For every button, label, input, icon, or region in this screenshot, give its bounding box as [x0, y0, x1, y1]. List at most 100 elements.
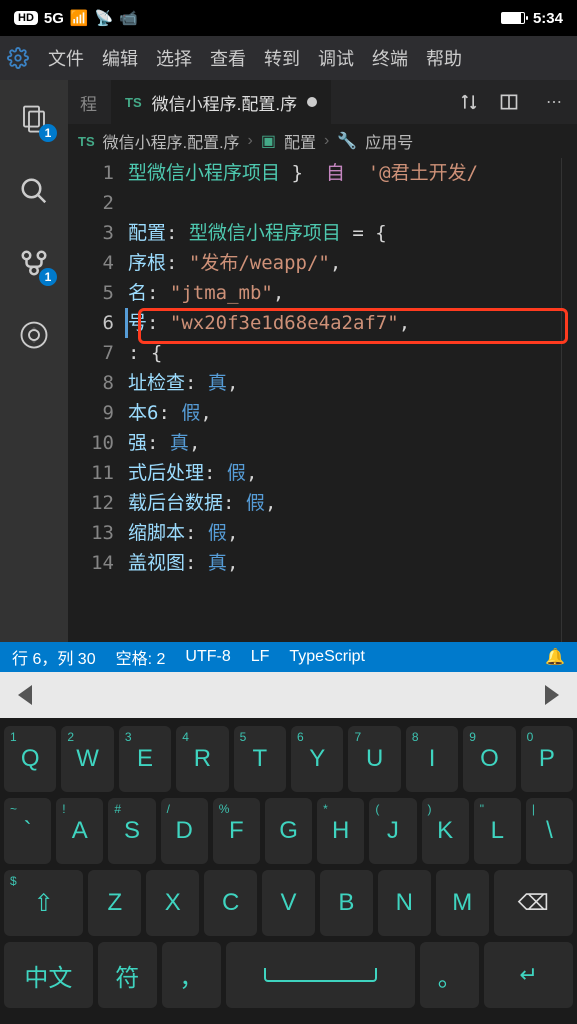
hd-badge: HD: [14, 11, 38, 25]
key-n[interactable]: N: [378, 870, 431, 936]
menu-debug[interactable]: 调试: [318, 45, 354, 71]
key-e[interactable]: 3E: [119, 726, 171, 792]
key-t[interactable]: 5T: [234, 726, 286, 792]
editor-status-bar: 行 6，列 30 空格: 2 UTF-8 LF TypeScript 🔔: [0, 642, 577, 672]
compare-changes-icon[interactable]: [459, 92, 489, 112]
menu-file[interactable]: 文件: [48, 45, 84, 71]
cursor-position[interactable]: 行 6，列 30: [12, 645, 96, 669]
bell-icon[interactable]: 🔔: [545, 647, 565, 667]
explorer-badge: 1: [39, 124, 57, 142]
key-m[interactable]: M: [436, 870, 489, 936]
key-backspace[interactable]: ⌫: [494, 870, 573, 936]
menu-go[interactable]: 转到: [264, 45, 300, 71]
prev-suggestion-icon[interactable]: [18, 685, 32, 705]
settings-gear-icon[interactable]: [6, 46, 30, 70]
key-\[interactable]: |\: [526, 798, 573, 864]
module-icon: ▣: [261, 131, 276, 151]
key-q[interactable]: 1Q: [4, 726, 56, 792]
source-control-icon[interactable]: 1: [17, 246, 51, 280]
video-icon: 📹: [119, 9, 138, 27]
key-u[interactable]: 7U: [348, 726, 400, 792]
signal-icon: 📶: [70, 9, 89, 27]
key-l[interactable]: "L: [474, 798, 521, 864]
key-p[interactable]: 0P: [521, 726, 573, 792]
debug-icon[interactable]: [17, 318, 51, 352]
key-comma[interactable]: ，: [162, 942, 221, 1008]
key-c[interactable]: C: [204, 870, 257, 936]
code-lines[interactable]: 型微信小程序项目 } 自 '@君土开发/ 配置: 型微信小程序项目 = {序根:…: [128, 158, 561, 642]
menu-bar: 文件 编辑 选择 查看 转到 调试 终端 帮助: [0, 36, 577, 80]
chevron-right-icon: ›: [248, 132, 253, 150]
code-editor[interactable]: 1234567891011121314 型微信小程序项目 } 自 '@君土开发/…: [68, 158, 577, 642]
key-j[interactable]: (J: [369, 798, 416, 864]
key-s[interactable]: #S: [108, 798, 155, 864]
wrench-icon: 🔧: [337, 131, 357, 151]
key-period[interactable]: 。: [420, 942, 479, 1008]
key-x[interactable]: X: [146, 870, 199, 936]
menu-terminal[interactable]: 终端: [372, 45, 408, 71]
network-label: 5G: [44, 10, 64, 27]
keyboard-row-4: 中文 符 ， 。 ↵: [4, 942, 573, 1008]
key-a[interactable]: !A: [56, 798, 103, 864]
ts-file-icon: TS: [78, 134, 95, 149]
wifi-icon: 📡: [95, 9, 114, 27]
ts-file-icon: TS: [125, 95, 142, 110]
menu-edit[interactable]: 编辑: [102, 45, 138, 71]
dirty-indicator-icon: [307, 97, 317, 107]
key-v[interactable]: V: [262, 870, 315, 936]
battery-icon: [501, 12, 525, 24]
keyboard-suggestion-strip: [0, 672, 577, 718]
key-d[interactable]: /D: [161, 798, 208, 864]
breadcrumbs[interactable]: TS 微信小程序.配置.序 › ▣ 配置 › 🔧 应用号: [68, 124, 577, 158]
key-y[interactable]: 6Y: [291, 726, 343, 792]
phone-status-bar: HD 5G 📶 📡 📹 5:34: [0, 0, 577, 36]
key-g[interactable]: G: [265, 798, 312, 864]
key-symbols[interactable]: 符: [98, 942, 157, 1008]
key-space[interactable]: [226, 942, 415, 1008]
more-actions-icon[interactable]: ⋯: [539, 92, 569, 112]
key-enter[interactable]: ↵: [484, 942, 573, 1008]
explorer-icon[interactable]: 1: [17, 102, 51, 136]
eol[interactable]: LF: [251, 648, 270, 666]
key-language[interactable]: 中文: [4, 942, 93, 1008]
crumb-symbol[interactable]: 应用号: [365, 129, 413, 153]
minimap[interactable]: [561, 158, 577, 642]
encoding[interactable]: UTF-8: [185, 648, 230, 666]
next-suggestion-icon[interactable]: [545, 685, 559, 705]
key-`[interactable]: ~`: [4, 798, 51, 864]
tab-stub[interactable]: 程: [76, 90, 101, 115]
editor-area: 程 TS 微信小程序.配置.序 ⋯ TS 微信小程序.配置.序 › ▣ 配置 ›…: [68, 80, 577, 642]
indentation[interactable]: 空格: 2: [116, 645, 166, 669]
key-shift[interactable]: $⇧: [4, 870, 83, 936]
key-k[interactable]: )K: [422, 798, 469, 864]
key-f[interactable]: %F: [213, 798, 260, 864]
key-r[interactable]: 4R: [176, 726, 228, 792]
crumb-folder[interactable]: 配置: [284, 129, 316, 153]
key-o[interactable]: 9O: [463, 726, 515, 792]
tab-bar: 程 TS 微信小程序.配置.序 ⋯: [68, 80, 577, 124]
key-b[interactable]: B: [320, 870, 373, 936]
menu-help[interactable]: 帮助: [426, 45, 462, 71]
activity-bar: 1 1: [0, 80, 68, 642]
enter-icon: ↵: [519, 962, 537, 988]
backspace-icon: ⌫: [518, 890, 549, 916]
soft-keyboard: 1Q2W3E4R5T6Y7U8I9O0P ~`!A#S/D%FG*H(J)K"L…: [0, 718, 577, 1024]
menu-view[interactable]: 查看: [210, 45, 246, 71]
scm-badge: 1: [39, 268, 57, 286]
key-i[interactable]: 8I: [406, 726, 458, 792]
key-h[interactable]: *H: [317, 798, 364, 864]
line-gutter: 1234567891011121314: [68, 158, 128, 642]
tab-label: 微信小程序.配置.序: [152, 90, 297, 115]
chevron-right-icon: ›: [324, 132, 329, 150]
language-mode[interactable]: TypeScript: [289, 648, 365, 666]
key-z[interactable]: Z: [88, 870, 141, 936]
key-w[interactable]: 2W: [61, 726, 113, 792]
split-editor-icon[interactable]: [499, 92, 529, 112]
menu-select[interactable]: 选择: [156, 45, 192, 71]
clock: 5:34: [533, 10, 563, 27]
workspace: 1 1 程 TS 微信小程序.配置.序 ⋯: [0, 80, 577, 642]
search-icon[interactable]: [17, 174, 51, 208]
tab-active[interactable]: TS 微信小程序.配置.序: [111, 80, 331, 124]
crumb-file[interactable]: 微信小程序.配置.序: [103, 129, 240, 153]
spacebar-icon: [264, 968, 378, 982]
